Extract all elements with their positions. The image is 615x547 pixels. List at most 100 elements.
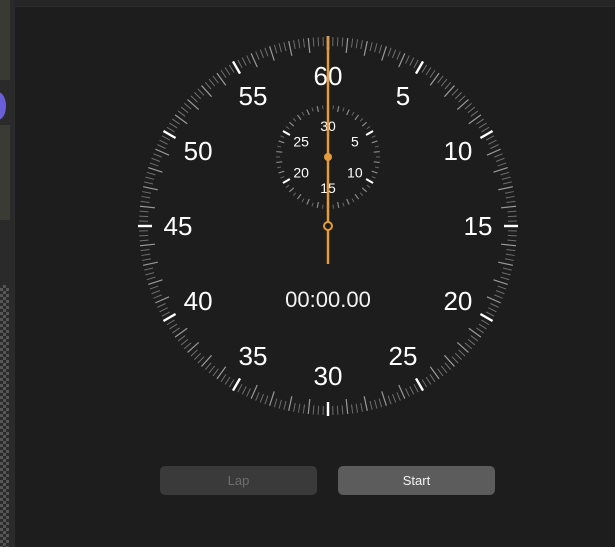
main-dial-tick	[485, 135, 495, 141]
main-dial-tick	[183, 102, 192, 110]
main-dial-tick	[440, 365, 448, 374]
main-dial-tick	[149, 285, 159, 290]
sub-dial-tick	[278, 170, 285, 174]
main-dial-tick	[476, 327, 485, 334]
sub-dial-label: 20	[293, 165, 309, 181]
main-dial-tick	[470, 335, 479, 342]
sub-dial-tick	[288, 121, 295, 127]
main-dial-tick	[169, 122, 178, 129]
main-dial-tick	[497, 162, 507, 167]
main-dial-tick	[505, 253, 515, 257]
main-dial-tick	[405, 388, 410, 397]
main-dial-tick	[139, 205, 156, 209]
main-dial-tick	[169, 323, 178, 330]
main-dial-tick	[486, 296, 501, 304]
main-dial-tick	[307, 37, 311, 54]
main-dial-tick	[387, 47, 392, 57]
main-dial-tick	[429, 374, 436, 383]
main-dial-tick	[440, 78, 448, 87]
main-dial-label: 10	[443, 136, 472, 166]
main-dial-tick	[396, 51, 401, 60]
main-dial-label: 40	[184, 286, 213, 316]
sub-dial-tick	[277, 166, 282, 169]
main-dial-tick	[159, 307, 168, 313]
main-dial-tick	[149, 162, 159, 167]
main-dial-tick	[204, 362, 212, 371]
sub-dial-tick	[371, 140, 378, 144]
main-dial-tick	[302, 404, 306, 414]
sub-dial-tick	[311, 107, 314, 112]
main-dial-tick	[148, 279, 163, 285]
start-button[interactable]: Start	[338, 466, 495, 495]
main-dial-tick	[429, 69, 436, 78]
main-dial-tick	[495, 290, 505, 295]
sub-dial-tick	[280, 135, 285, 138]
main-dial-tick	[312, 405, 315, 415]
main-dial-tick	[486, 148, 501, 156]
main-dial-tick	[507, 239, 517, 242]
main-dial-tick	[180, 338, 189, 346]
main-dial-tick	[478, 323, 487, 330]
main-dial-tick	[180, 106, 189, 114]
main-dial-tick	[220, 69, 227, 78]
main-dial-tick	[363, 396, 368, 411]
main-dial-tick	[490, 303, 499, 308]
sub-dial-label: 25	[293, 134, 309, 150]
main-dial-tick	[278, 43, 282, 53]
main-dial-tick	[381, 391, 387, 406]
stopwatch-screen: 60510152025303540455055 30510152025 00:0…	[0, 0, 615, 547]
main-dial-tick	[183, 342, 192, 350]
sub-dial-tick	[371, 170, 378, 174]
main-dial-tick	[481, 126, 490, 133]
sub-dial-tick	[354, 193, 360, 200]
lap-button[interactable]: Lap	[160, 466, 317, 495]
main-dial-tick	[142, 191, 152, 194]
main-dial-tick	[500, 171, 510, 176]
main-dial-tick	[345, 398, 349, 415]
main-dial-tick	[396, 392, 401, 401]
main-dial-tick	[350, 404, 354, 414]
main-dial-tick	[355, 39, 359, 49]
main-dial-tick	[255, 51, 260, 60]
main-dial-tick	[360, 40, 363, 50]
main-dial-label: 25	[389, 341, 418, 371]
main-dial-tick	[497, 285, 507, 290]
sub-dial-tick	[311, 202, 314, 207]
main-dial-tick	[241, 57, 247, 66]
main-dial-tick	[269, 391, 275, 406]
main-dial-tick	[146, 276, 156, 281]
main-dial-tick	[161, 135, 171, 141]
main-dial-tick	[506, 200, 516, 204]
main-dial-tick	[224, 67, 231, 76]
main-dial-tick	[464, 342, 473, 350]
main-dial-tick	[494, 153, 503, 158]
main-dial-tick	[500, 205, 517, 209]
main-dial-tick	[140, 200, 150, 204]
main-dial-tick	[141, 253, 151, 257]
main-dial-tick	[360, 402, 363, 412]
main-dial-tick	[409, 57, 415, 66]
main-dial-tick	[228, 379, 235, 388]
sub-dial-tick	[342, 202, 345, 207]
main-dial-tick	[224, 376, 231, 385]
main-dial-tick	[208, 78, 216, 87]
main-dial-label: 35	[239, 341, 268, 371]
main-dial-tick	[139, 243, 156, 247]
sub-dial-tick	[292, 192, 297, 196]
sub-dial-tick	[342, 107, 345, 112]
sub-dial-tick	[361, 121, 368, 127]
main-dial-tick	[241, 386, 247, 395]
main-dial-tick	[481, 319, 490, 326]
main-dial-tick	[288, 396, 293, 411]
main-dial-tick	[505, 195, 515, 199]
main-dial-tick	[237, 383, 243, 393]
main-dial-tick	[488, 307, 497, 313]
main-dial-tick	[374, 399, 378, 409]
main-dial-tick	[140, 248, 150, 252]
main-dial-tick	[302, 38, 306, 48]
main-dial-label: 50	[184, 136, 213, 166]
main-dial-tick	[197, 356, 205, 364]
sub-dial-tick	[366, 184, 371, 188]
main-dial-tick	[278, 399, 282, 409]
main-dial-tick	[369, 400, 373, 410]
